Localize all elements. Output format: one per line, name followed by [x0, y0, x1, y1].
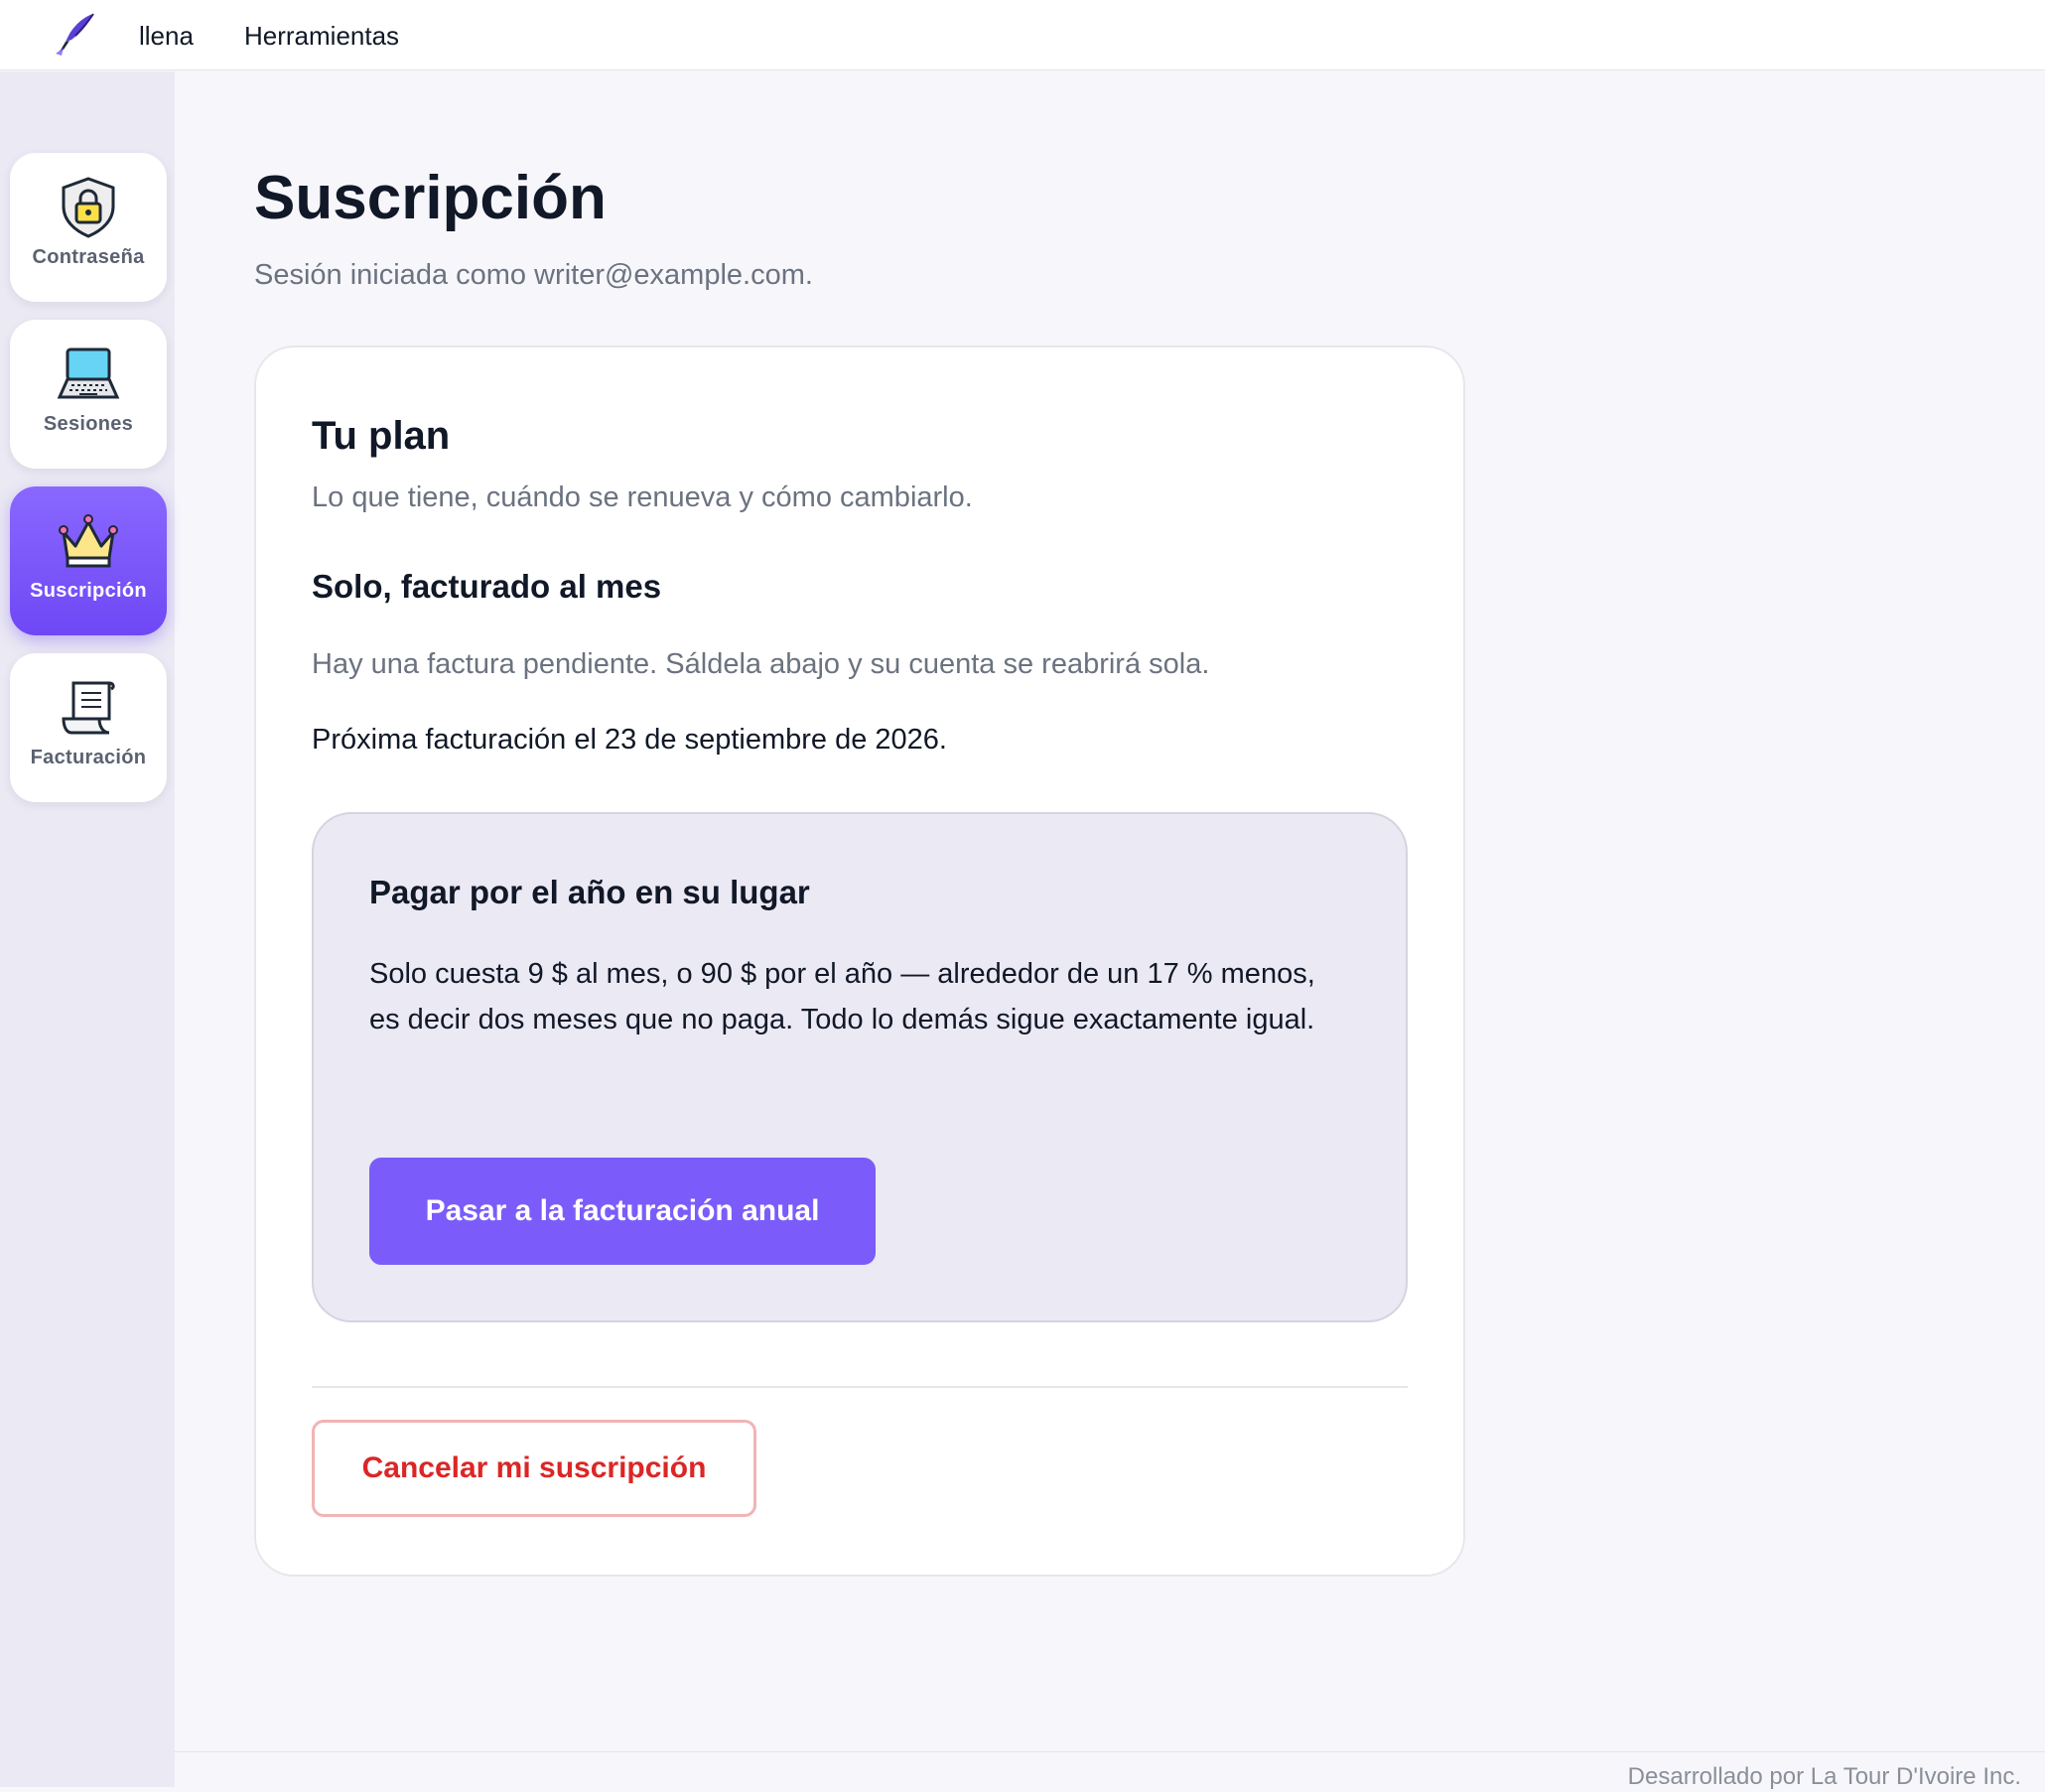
sidebar-item-label: Suscripción: [30, 580, 147, 602]
laptop-icon: [57, 347, 120, 399]
annual-offer-description: Solo cuesta 9 $ al mes, o 90 $ por el añ…: [369, 958, 1315, 1035]
crown-icon: [59, 514, 118, 568]
sidebar-item-label: Facturación: [30, 747, 147, 768]
plan-name: Solo, facturado al mes: [312, 568, 662, 605]
next-billing-date: Próxima facturación el 23 de septiembre …: [312, 724, 947, 756]
sidebar-item-sesiones[interactable]: Sesiones: [10, 320, 167, 469]
page-title: Suscripción: [254, 164, 607, 232]
plan-card-title: Tu plan: [312, 414, 451, 458]
nav-llena[interactable]: llena: [139, 20, 194, 52]
sidebar-item-label: Contraseña: [32, 246, 145, 268]
cancel-subscription-button[interactable]: Cancelar mi suscripción: [312, 1420, 756, 1517]
pending-invoice-note: Hay una factura pendiente. Sáldela abajo…: [312, 648, 1210, 680]
sidebar-item-facturacion[interactable]: Facturación: [10, 653, 167, 802]
divider: [312, 1386, 1408, 1388]
annual-offer-panel: Pagar por el año en su lugar Solo cuesta…: [312, 812, 1408, 1322]
sidebar-item-label: Sesiones: [43, 413, 134, 435]
shield-lock-icon: [62, 177, 115, 238]
plan-card: Tu plan Lo que tiene, cuándo se renueva …: [254, 345, 1465, 1577]
footer-credit: Desarrollado por La Tour D'Ivoire Inc.: [1627, 1763, 2021, 1790]
plan-card-subtitle: Lo que tiene, cuándo se renueva y cómo c…: [312, 482, 973, 513]
switch-to-annual-button[interactable]: Pasar a la facturación anual: [369, 1158, 876, 1265]
sidebar-item-contrasena[interactable]: Contraseña: [10, 153, 167, 302]
footer: Desarrollado por La Tour D'Ivoire Inc.: [175, 1751, 2045, 1790]
sidebar-item-suscripcion[interactable]: Suscripción: [10, 486, 167, 635]
signed-in-as-text: Sesión iniciada como writer@example.com.: [254, 259, 813, 291]
sidebar: Contraseña Sesiones Suscripción Facturac…: [0, 71, 175, 1787]
nav-herramientas[interactable]: Herramientas: [244, 20, 399, 52]
quill-pen-icon[interactable]: [50, 8, 103, 62]
annual-offer-title: Pagar por el año en su lugar: [369, 874, 810, 910]
top-bar: llena Herramientas: [0, 0, 2045, 70]
receipt-icon: [62, 681, 115, 735]
